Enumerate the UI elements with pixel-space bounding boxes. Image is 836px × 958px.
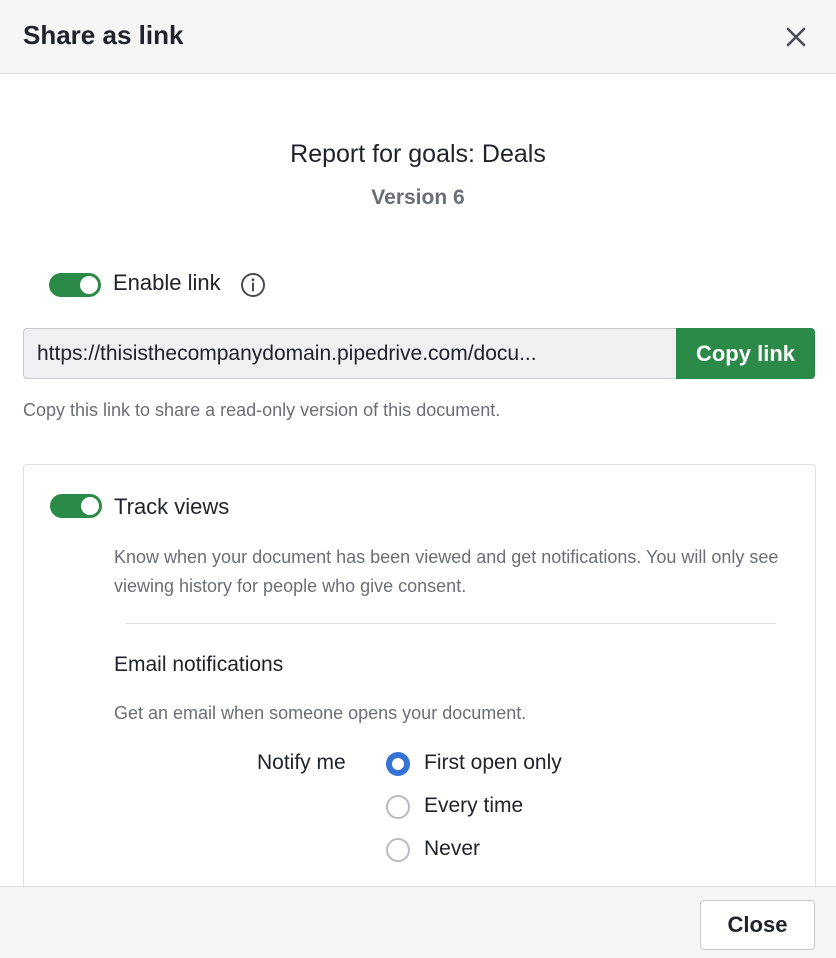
- share-as-link-dialog: Share as link Report for goals: Deals Ve…: [0, 0, 836, 958]
- close-icon: [786, 27, 806, 47]
- toggle-knob: [80, 276, 98, 294]
- email-notifications-description: Get an email when someone opens your doc…: [114, 703, 527, 723]
- enable-link-label: Enable link: [113, 270, 221, 295]
- share-link-input[interactable]: [23, 328, 679, 379]
- document-title: Report for goals: Deals: [290, 140, 546, 168]
- dialog-header: Share as link: [0, 0, 836, 74]
- track-views-toggle[interactable]: [50, 494, 102, 518]
- notify-me-label: Notify me: [257, 751, 346, 774]
- track-views-description: Know when your document has been viewed …: [114, 547, 779, 596]
- close-dialog-button[interactable]: [780, 21, 812, 53]
- copy-link-button[interactable]: Copy link: [676, 328, 815, 379]
- divider: [125, 623, 776, 624]
- radio-label: Every time: [424, 794, 524, 817]
- track-views-label: Track views: [114, 494, 230, 519]
- document-version: Version 6: [371, 186, 465, 209]
- track-views-panel: [23, 464, 816, 904]
- radio-unchecked-icon: [386, 795, 410, 819]
- email-notifications-title: Email notifications: [114, 653, 284, 676]
- radio-checked-icon: [386, 752, 410, 776]
- dialog-title: Share as link: [23, 20, 184, 50]
- radio-unchecked-icon: [386, 838, 410, 862]
- info-icon[interactable]: [240, 272, 266, 298]
- toggle-knob: [81, 497, 99, 515]
- radio-label: First open only: [424, 751, 562, 774]
- radio-label: Never: [424, 837, 481, 860]
- share-link-helper-text: Copy this link to share a read-only vers…: [23, 400, 501, 420]
- close-button[interactable]: Close: [700, 900, 815, 950]
- enable-link-toggle[interactable]: [49, 273, 101, 297]
